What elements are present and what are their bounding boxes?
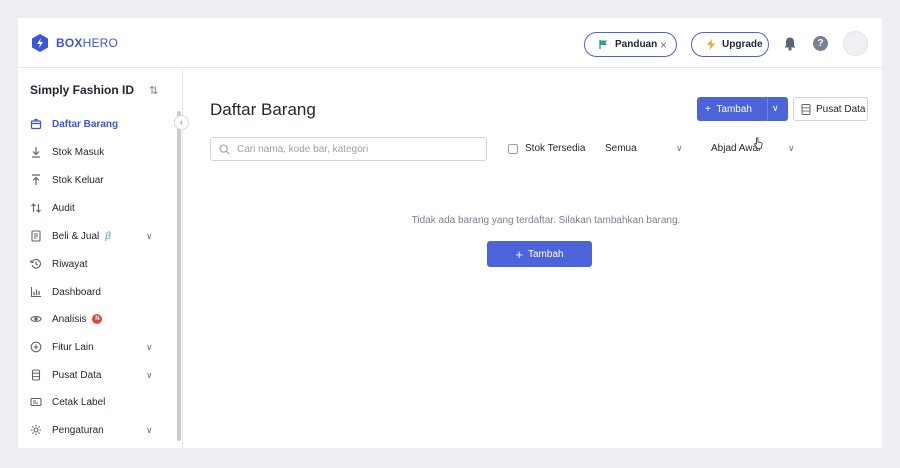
page-title: Daftar Barang: [210, 100, 316, 119]
sidebar-item-pusat-data[interactable]: Pusat Data: [30, 365, 160, 385]
eye-icon: [30, 313, 42, 325]
box-icon: [30, 118, 42, 130]
logo-text: BOXHERO: [56, 36, 118, 50]
chevron-down-icon[interactable]: ∨: [788, 143, 795, 154]
sidebar: Simply Fashion ID ⇅ ‹ Daftar Barang Stok…: [18, 69, 189, 448]
lightning-icon: [707, 39, 715, 50]
database-icon: [30, 369, 42, 381]
plus-circle-icon: [30, 341, 42, 353]
add-item-button[interactable]: + Tambah ∨: [697, 97, 788, 121]
bar-chart-icon: [30, 286, 42, 298]
sidebar-item-label: Stok Masuk: [52, 146, 105, 158]
gear-icon: [30, 424, 42, 436]
sidebar-item-beli-jual[interactable]: Beli & Jual β: [30, 226, 160, 246]
chevron-down-icon[interactable]: ∨: [772, 103, 779, 114]
sidebar-item-audit[interactable]: Audit: [30, 198, 160, 218]
data-center-label: Pusat Data: [816, 103, 866, 115]
sidebar-item-pengaturan[interactable]: Pengaturan: [30, 420, 160, 440]
in-stock-label[interactable]: Stok Tersedia: [525, 143, 585, 154]
sidebar-item-label: Pusat Data: [52, 369, 102, 381]
add-item-text: Tambah: [716, 103, 752, 115]
chevron-down-icon[interactable]: ∨: [146, 342, 153, 353]
data-center-button[interactable]: Pusat Data: [793, 97, 868, 121]
search-input[interactable]: [237, 143, 477, 155]
in-stock-checkbox[interactable]: [508, 144, 518, 154]
add-item-label: + Tambah: [705, 103, 752, 115]
empty-add-item-label: Tambah: [528, 248, 564, 260]
sort-select[interactable]: Abjad Awal: [711, 143, 760, 154]
scrollbar[interactable]: [177, 111, 181, 441]
arrow-up-icon: [30, 174, 42, 186]
avatar[interactable]: [843, 31, 868, 56]
app-window: BOXHERO Panduan × Upgrade ? Simply Fashi…: [18, 18, 882, 448]
new-badge: N: [92, 314, 103, 324]
logo[interactable]: BOXHERO: [30, 33, 118, 53]
sidebar-item-label: Audit: [52, 202, 75, 214]
top-bar: BOXHERO Panduan × Upgrade ?: [18, 18, 882, 68]
sidebar-item-stok-masuk[interactable]: Stok Masuk: [30, 142, 160, 162]
database-icon: [801, 103, 811, 115]
sidebar-item-riwayat[interactable]: Riwayat: [30, 254, 160, 274]
sidebar-item-label: Fitur Lain: [52, 341, 94, 353]
collapse-sidebar-icon[interactable]: ‹: [174, 115, 189, 130]
sidebar-item-stok-keluar[interactable]: Stok Keluar: [30, 170, 160, 190]
help-icon[interactable]: ?: [813, 36, 828, 51]
beta-badge: β: [105, 230, 111, 242]
guide-label: Panduan: [615, 39, 658, 50]
sidebar-item-label: Analisis: [52, 313, 87, 325]
sort-icon[interactable]: ⇅: [149, 84, 158, 97]
logo-text-bold: BOX: [56, 36, 83, 50]
sidebar-item-label: Pengaturan: [52, 424, 104, 436]
receipt-icon: [30, 230, 42, 242]
empty-state-message: Tidak ada barang yang terdaftar. Silakan…: [411, 215, 681, 226]
flag-icon: [599, 40, 607, 49]
upgrade-button[interactable]: Upgrade: [691, 32, 769, 57]
boxhero-logo-icon: [32, 34, 48, 52]
sidebar-item-label: Beli & Jual: [52, 230, 100, 242]
search-box[interactable]: [210, 137, 487, 161]
sidebar-item-dashboard[interactable]: Dashboard: [30, 282, 160, 302]
bell-icon[interactable]: [783, 36, 797, 51]
sidebar-item-label: Cetak Label: [52, 396, 106, 408]
arrow-down-icon: [30, 146, 42, 158]
sidebar-item-label: Dashboard: [52, 286, 101, 298]
upgrade-label: Upgrade: [722, 39, 763, 50]
swap-icon: [30, 202, 42, 214]
logo-text-light: HERO: [82, 36, 119, 50]
chevron-down-icon[interactable]: ∨: [146, 231, 153, 242]
guide-button[interactable]: Panduan ×: [584, 32, 677, 57]
chevron-down-icon[interactable]: ∨: [146, 425, 153, 436]
search-icon: [219, 143, 230, 155]
label-icon: [30, 396, 42, 408]
sidebar-item-fitur-lain[interactable]: Fitur Lain: [30, 337, 160, 357]
filter-select[interactable]: Semua: [605, 143, 637, 154]
history-icon: [30, 258, 42, 270]
store-name[interactable]: Simply Fashion ID: [30, 83, 134, 97]
chevron-down-icon[interactable]: ∨: [676, 143, 683, 154]
sidebar-item-label: Riwayat: [52, 258, 88, 270]
plus-icon: +: [515, 246, 523, 262]
sidebar-item-label: Daftar Barang: [52, 118, 119, 130]
mouse-cursor-icon: [754, 137, 763, 149]
close-icon[interactable]: ×: [660, 38, 667, 52]
chevron-down-icon[interactable]: ∨: [146, 370, 153, 381]
sidebar-item-label: Stok Keluar: [52, 174, 104, 186]
sidebar-item-cetak-label[interactable]: Cetak Label: [30, 392, 160, 412]
empty-add-item-button[interactable]: + Tambah: [487, 241, 592, 267]
button-divider: [767, 97, 768, 121]
sidebar-item-analisis[interactable]: Analisis N: [30, 309, 160, 329]
sidebar-item-daftar-barang[interactable]: Daftar Barang: [30, 114, 160, 134]
